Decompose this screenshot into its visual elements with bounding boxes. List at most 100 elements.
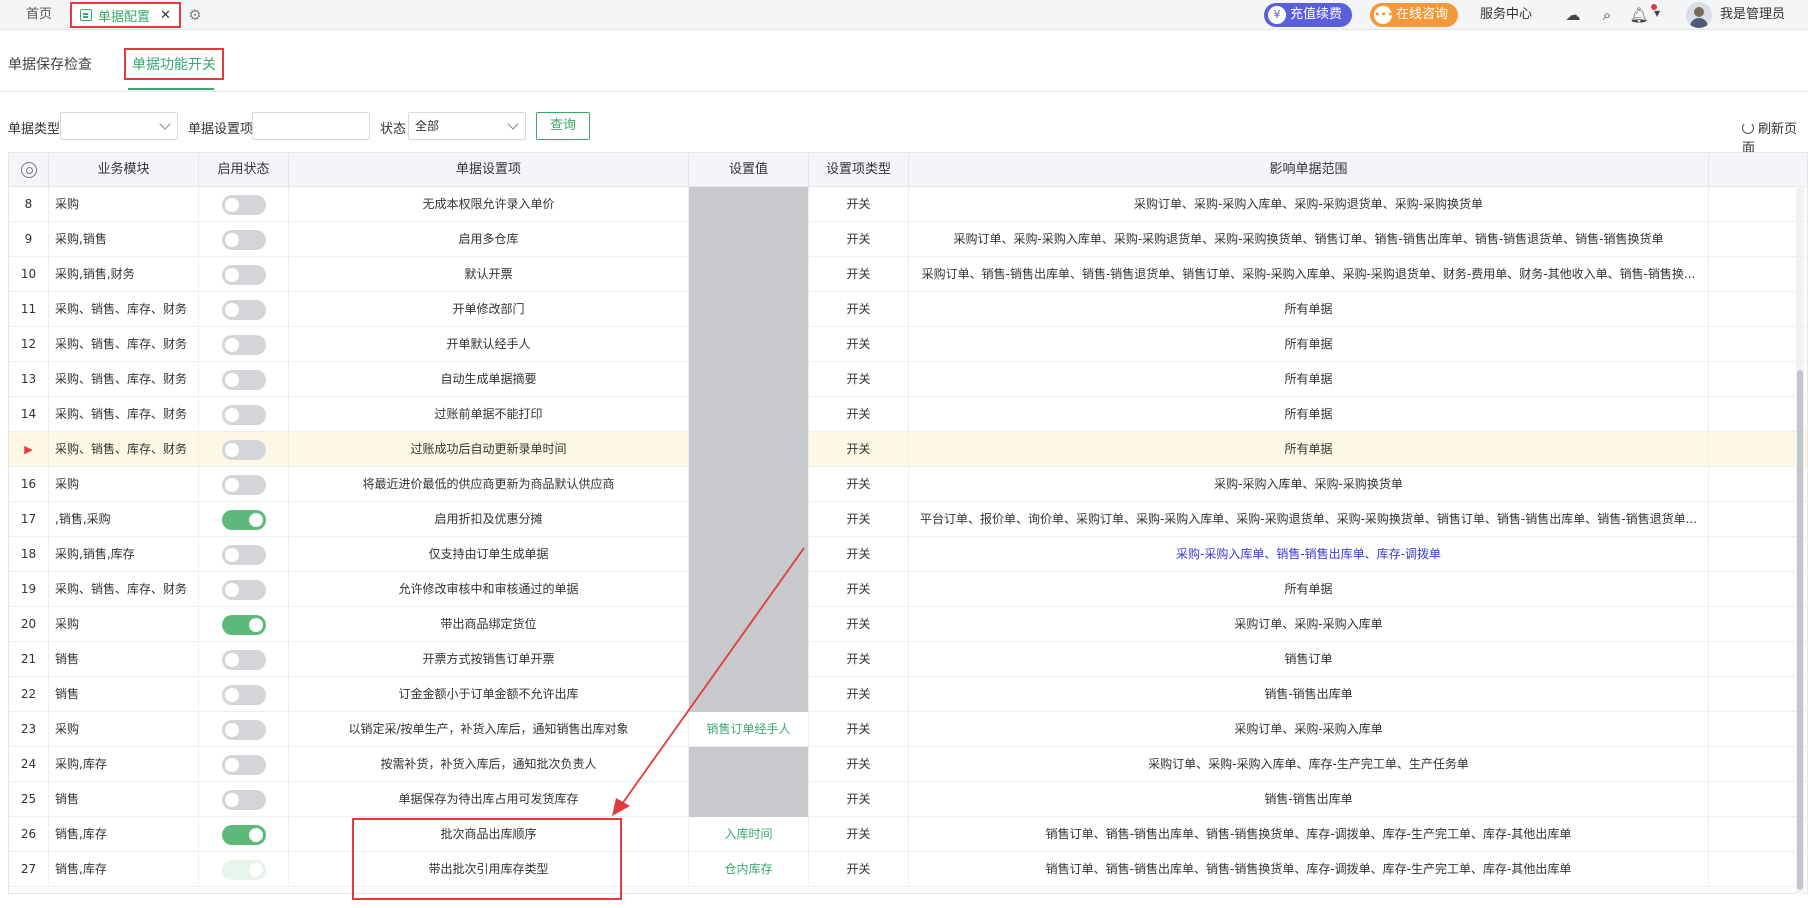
online-consult-button[interactable]: ••• 在线咨询 [1370, 3, 1459, 27]
row-setting-value[interactable] [689, 747, 809, 782]
row-setting-value[interactable] [689, 257, 809, 292]
row-setting-value[interactable] [689, 292, 809, 327]
table-row[interactable]: ▶ 采购、销售、库存、财务 过账成功后自动更新录单时间 开关 所有单据 [9, 432, 1807, 467]
row-setting-value[interactable] [689, 677, 809, 712]
header-affected-scope[interactable]: 影响单据范围 [909, 153, 1709, 187]
row-setting-value[interactable]: 入库时间 [689, 817, 809, 852]
service-center-link[interactable]: 服务中心 [1480, 0, 1532, 30]
toggle-switch[interactable] [221, 684, 266, 705]
toggle-switch[interactable] [221, 579, 266, 600]
row-setting-type: 开关 [809, 257, 909, 292]
table-row[interactable]: 13 采购、销售、库存、财务 自动生成单据摘要 开关 所有单据 [9, 362, 1807, 397]
row-spacer [1709, 572, 1807, 607]
row-setting-value[interactable]: 销售订单经手人 [689, 712, 809, 747]
table-row[interactable]: 22 销售 订金金额小于订单金额不允许出库 开关 销售-销售出库单 [9, 677, 1807, 712]
row-setting-value[interactable] [689, 502, 809, 537]
filter-bar: 单据类型 单据设置项 状态 全部 查询 刷新页面 [0, 110, 1808, 156]
avatar[interactable] [1686, 2, 1712, 28]
toggle-switch[interactable] [221, 229, 266, 250]
tab-save-check[interactable]: 单据保存检查 [8, 54, 92, 74]
toggle-switch[interactable] [221, 789, 266, 810]
header-setting-item[interactable]: 单据设置项 [289, 153, 689, 187]
table-row[interactable]: 19 采购、销售、库存、财务 允许修改审核中和审核通过的单据 开关 所有单据 [9, 572, 1807, 607]
table-row[interactable]: 24 采购,库存 按需补货，补货入库后，通知批次负责人 开关 采购订单、采购-采购入库单… [9, 747, 1807, 782]
tab-document-config[interactable]: 单据配置 ✕ [70, 2, 181, 28]
scrollbar-thumb[interactable] [1797, 370, 1803, 890]
table-row[interactable]: 12 采购、销售、库存、财务 开单默认经手人 开关 所有单据 [9, 327, 1807, 362]
row-setting-value[interactable] [689, 327, 809, 362]
row-setting-value[interactable] [689, 607, 809, 642]
status-select[interactable]: 全部 [408, 112, 526, 140]
toggle-switch[interactable] [221, 299, 266, 320]
table-row[interactable]: 26 销售,库存 批次商品出库顺序 入库时间 开关 销售订单、销售-销售出库单、销售-销售… [9, 817, 1807, 852]
table-row[interactable]: 9 采购,销售 启用多仓库 开关 采购订单、采购-采购入库单、采购-采购退货单、采购-采… [9, 222, 1807, 257]
row-setting-value[interactable] [689, 397, 809, 432]
row-setting-value[interactable] [689, 432, 809, 467]
toggle-switch[interactable] [221, 194, 266, 215]
toggle-switch[interactable] [221, 404, 266, 425]
row-setting-item: 按需补货，补货入库后，通知批次负责人 [289, 747, 689, 782]
refresh-icon [1742, 122, 1754, 134]
toggle-switch[interactable] [221, 544, 266, 565]
table-row[interactable]: 14 采购、销售、库存、财务 过账前单据不能打印 开关 所有单据 [9, 397, 1807, 432]
row-setting-value[interactable] [689, 782, 809, 817]
column-settings-button[interactable] [9, 153, 49, 187]
row-setting-value[interactable] [689, 572, 809, 607]
search-icon[interactable]: ⌕ [1596, 4, 1618, 26]
row-number: 11 [9, 292, 49, 327]
row-setting-item: 开单修改部门 [289, 292, 689, 327]
tab-home[interactable]: 首页 [14, 0, 64, 30]
toggle-switch[interactable] [221, 369, 266, 390]
user-name[interactable]: 我是管理员 [1720, 0, 1785, 30]
table-row[interactable]: 11 采购、销售、库存、财务 开单修改部门 开关 所有单据 [9, 292, 1807, 327]
table-row[interactable]: 27 销售,库存 带出批次引用库存类型 仓内库存 开关 销售订单、销售-销售出库单、销售-… [9, 852, 1807, 887]
toggle-switch[interactable] [221, 824, 266, 845]
bell-icon[interactable]: 🔔︎ [1628, 4, 1650, 26]
toggle-switch[interactable] [221, 859, 266, 880]
row-setting-value[interactable] [689, 362, 809, 397]
header-setting-value[interactable]: 设置值 [689, 153, 809, 187]
table-row[interactable]: 10 采购,销售,财务 默认开票 开关 采购订单、销售-销售出库单、销售-销售退货单、销… [9, 257, 1807, 292]
toggle-switch[interactable] [221, 754, 266, 775]
header-enabled[interactable]: 启用状态 [199, 153, 289, 187]
table-row[interactable]: 18 采购,销售,库存 仅支持由订单生成单据 开关 采购-采购入库单、销售-销售出库单、… [9, 537, 1807, 572]
row-setting-value[interactable]: 仓内库存 [689, 852, 809, 887]
query-button[interactable]: 查询 [536, 112, 590, 140]
toggle-switch[interactable] [221, 509, 266, 530]
toggle-switch[interactable] [221, 649, 266, 670]
row-setting-value[interactable] [689, 642, 809, 677]
toggle-switch[interactable] [221, 334, 266, 355]
table-row[interactable]: 17 ,销售,采购 启用折扣及优惠分摊 开关 平台订单、报价单、询价单、采购订单、采购-… [9, 502, 1807, 537]
header-setting-type[interactable]: 设置项类型 [809, 153, 909, 187]
close-icon[interactable]: ✕ [160, 8, 171, 23]
row-module: 采购、销售、库存、财务 [49, 362, 199, 397]
toggle-switch[interactable] [221, 474, 266, 495]
row-enabled [199, 397, 289, 432]
toggle-switch[interactable] [221, 719, 266, 740]
refresh-page-button[interactable]: 刷新页面 [1742, 118, 1808, 156]
row-setting-value[interactable] [689, 537, 809, 572]
gear-icon[interactable]: ⚙ [186, 6, 204, 24]
row-setting-value[interactable] [689, 467, 809, 502]
recharge-button[interactable]: ¥ 充值续费 [1264, 3, 1353, 27]
toggle-switch[interactable] [221, 439, 266, 460]
row-setting-type: 开关 [809, 502, 909, 537]
cloud-download-icon[interactable]: ☁ [1562, 4, 1584, 26]
table-row[interactable]: 16 采购 将最近进价最低的供应商更新为商品默认供应商 开关 采购-采购入库单、采购-采… [9, 467, 1807, 502]
tab-function-switch[interactable]: 单据功能开关 [124, 48, 224, 80]
table-row[interactable]: 8 采购 无成本权限允许录入单价 开关 采购订单、采购-采购入库单、采购-采购退货单、采… [9, 187, 1807, 222]
row-spacer [1709, 747, 1807, 782]
row-setting-value[interactable] [689, 187, 809, 222]
doc-type-select[interactable] [60, 112, 178, 140]
header-module[interactable]: 业务模块 [49, 153, 199, 187]
table-row[interactable]: 23 采购 以销定采/按单生产，补货入库后，通知销售出库对象 销售订单经手人 开关 采购订… [9, 712, 1807, 747]
setting-item-input[interactable] [252, 112, 370, 140]
toggle-switch[interactable] [221, 264, 266, 285]
table-row[interactable]: 20 采购 带出商品绑定货位 开关 采购订单、采购-采购入库单 [9, 607, 1807, 642]
chevron-down-icon[interactable]: ▼ [1654, 9, 1660, 18]
row-affected-scope: 采购订单、销售-销售出库单、销售-销售退货单、销售订单、采购-采购入库单、采购-… [909, 257, 1709, 292]
table-row[interactable]: 21 销售 开票方式按销售订单开票 开关 销售订单 [9, 642, 1807, 677]
toggle-switch[interactable] [221, 614, 266, 635]
row-setting-value[interactable] [689, 222, 809, 257]
table-row[interactable]: 25 销售 单据保存为待出库占用可发货库存 开关 销售-销售出库单 [9, 782, 1807, 817]
